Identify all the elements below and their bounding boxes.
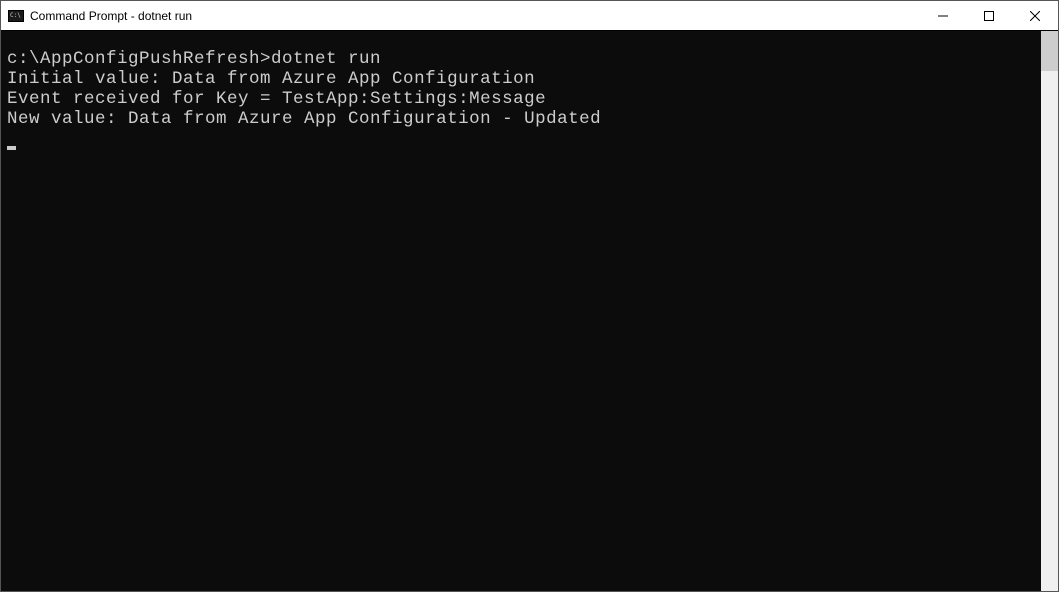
terminal-line: Initial value: Data from Azure App Confi… [7,69,1035,89]
maximize-button[interactable] [966,1,1012,30]
terminal-line: New value: Data from Azure App Configura… [7,109,1035,129]
window-title: Command Prompt - dotnet run [30,9,192,23]
scrollbar-thumb[interactable] [1041,31,1058,71]
cursor [7,146,16,150]
cursor-line [7,130,1035,150]
minimize-button[interactable] [920,1,966,30]
terminal-line: Event received for Key = TestApp:Setting… [7,89,1035,109]
close-button[interactable] [1012,1,1058,30]
terminal-prompt-line: c:\AppConfigPushRefresh>dotnet run [7,49,1035,69]
typed-command: dotnet run [271,49,381,69]
terminal-wrapper: c:\AppConfigPushRefresh>dotnet run Initi… [1,31,1058,591]
prompt-path: c:\AppConfigPushRefresh> [7,49,271,69]
cmd-icon: C:\ [8,8,24,24]
window-titlebar: C:\ Command Prompt - dotnet run [1,1,1058,31]
vertical-scrollbar[interactable] [1041,31,1058,591]
terminal-output[interactable]: c:\AppConfigPushRefresh>dotnet run Initi… [1,31,1041,591]
window-controls [920,1,1058,30]
svg-text:C:\: C:\ [10,12,21,19]
